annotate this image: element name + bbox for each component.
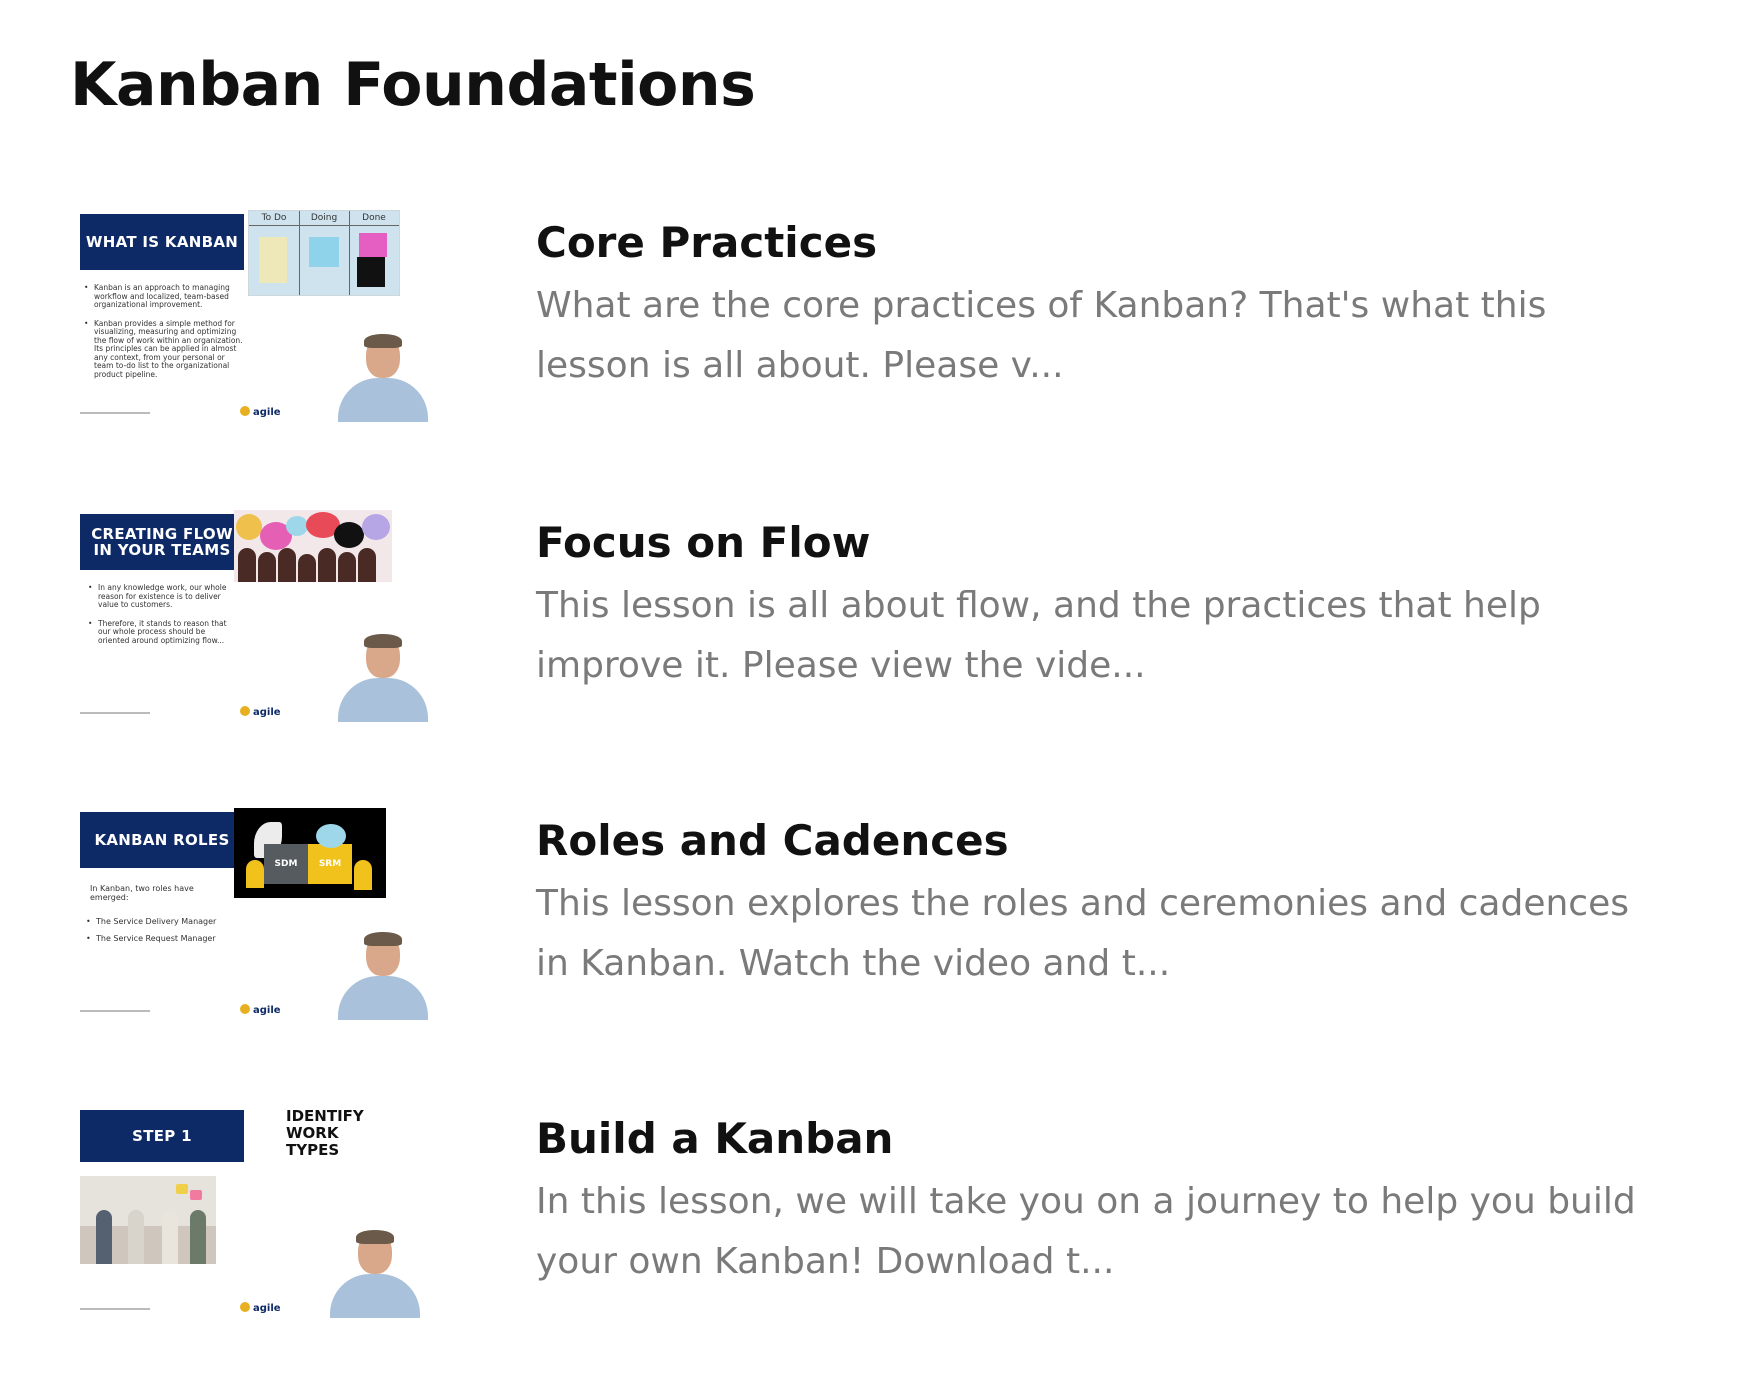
lesson-card-build-a-kanban[interactable]: STEP 1 IDENTIFY WORK TYPES agile Build a… <box>70 1096 1730 1336</box>
lesson-card-core-practices[interactable]: WHAT IS KANBAN Kanban is an approach to … <box>70 200 1730 440</box>
lesson-description: This lesson explores the roles and cerem… <box>536 883 1629 984</box>
board-column-label: To Do <box>249 211 299 226</box>
slide-intro: In Kanban, two roles have emerged: <box>90 884 194 902</box>
sticky-note <box>359 233 387 257</box>
puzzle-illustration: SDM SRM <box>234 808 386 898</box>
page-title: Kanban Foundations <box>70 50 756 120</box>
lesson-description: This lesson is all about flow, and the p… <box>536 585 1541 686</box>
slide-bullet: Kanban provides a simple method for visu… <box>84 319 244 380</box>
lesson-card-focus-on-flow[interactable]: CREATING FLOW IN YOUR TEAMS In any knowl… <box>70 500 1730 740</box>
kanban-board-image: To Do Doing Done <box>248 210 400 296</box>
lesson-thumbnail[interactable]: STEP 1 IDENTIFY WORK TYPES agile <box>70 1106 450 1318</box>
lesson-thumbnail[interactable]: CREATING FLOW IN YOUR TEAMS In any knowl… <box>70 510 450 722</box>
lesson-title[interactable]: Focus on Flow <box>536 518 870 567</box>
slide-bullets: Kanban is an approach to managing workfl… <box>84 283 244 389</box>
sticky-note <box>259 237 287 283</box>
agile-logo: agile <box>240 406 281 418</box>
slide-bullets: In any knowledge work, our whole reason … <box>88 583 228 655</box>
sticky-note <box>309 237 339 267</box>
speech-bubbles-illustration <box>234 510 392 582</box>
slide-bullet: In any knowledge work, our whole reason … <box>88 583 228 610</box>
slide-footer-line <box>80 412 150 414</box>
lesson-thumbnail[interactable]: WHAT IS KANBAN Kanban is an approach to … <box>70 210 450 422</box>
slide-bullet: Therefore, it stands to reason that our … <box>88 619 228 646</box>
sticky-note <box>357 257 385 287</box>
board-column-label: Done <box>349 211 399 226</box>
presenter-video-image <box>326 1230 422 1318</box>
slide-footer-line <box>80 712 150 714</box>
agile-logo: agile <box>240 1004 281 1016</box>
lesson-title[interactable]: Core Practices <box>536 218 877 267</box>
slide-header: KANBAN ROLES <box>80 812 244 868</box>
agile-logo: agile <box>240 706 281 718</box>
slide-bullet: The Service Request Manager <box>86 934 236 944</box>
slide-bullet: The Service Delivery Manager <box>86 917 236 927</box>
presenter-video-image <box>334 634 430 722</box>
board-column-label: Doing <box>299 211 349 226</box>
office-team-photo <box>80 1176 216 1264</box>
slide-side-title: IDENTIFY WORK TYPES <box>286 1107 364 1159</box>
slide-footer-line <box>80 1308 150 1310</box>
lesson-title[interactable]: Roles and Cadences <box>536 816 1009 865</box>
lesson-thumbnail[interactable]: KANBAN ROLES In Kanban, two roles have e… <box>70 808 450 1020</box>
agile-logo: agile <box>240 1302 281 1314</box>
lesson-description: What are the core practices of Kanban? T… <box>536 285 1547 386</box>
puzzle-piece: SDM <box>264 844 308 884</box>
lesson-description: In this lesson, we will take you on a jo… <box>536 1181 1636 1282</box>
presenter-video-image <box>334 334 430 422</box>
slide-header: WHAT IS KANBAN <box>80 214 244 270</box>
slide-bullets: The Service Delivery Manager The Service… <box>86 917 236 953</box>
slide-header: CREATING FLOW IN YOUR TEAMS <box>80 514 244 570</box>
puzzle-piece: SRM <box>308 844 352 884</box>
presenter-video-image <box>334 932 430 1020</box>
lesson-card-roles-and-cadences[interactable]: KANBAN ROLES In Kanban, two roles have e… <box>70 798 1730 1038</box>
slide-footer-line <box>80 1010 150 1012</box>
slide-bullet: Kanban is an approach to managing workfl… <box>84 283 244 310</box>
lesson-title[interactable]: Build a Kanban <box>536 1114 893 1163</box>
slide-header: STEP 1 <box>80 1110 244 1162</box>
